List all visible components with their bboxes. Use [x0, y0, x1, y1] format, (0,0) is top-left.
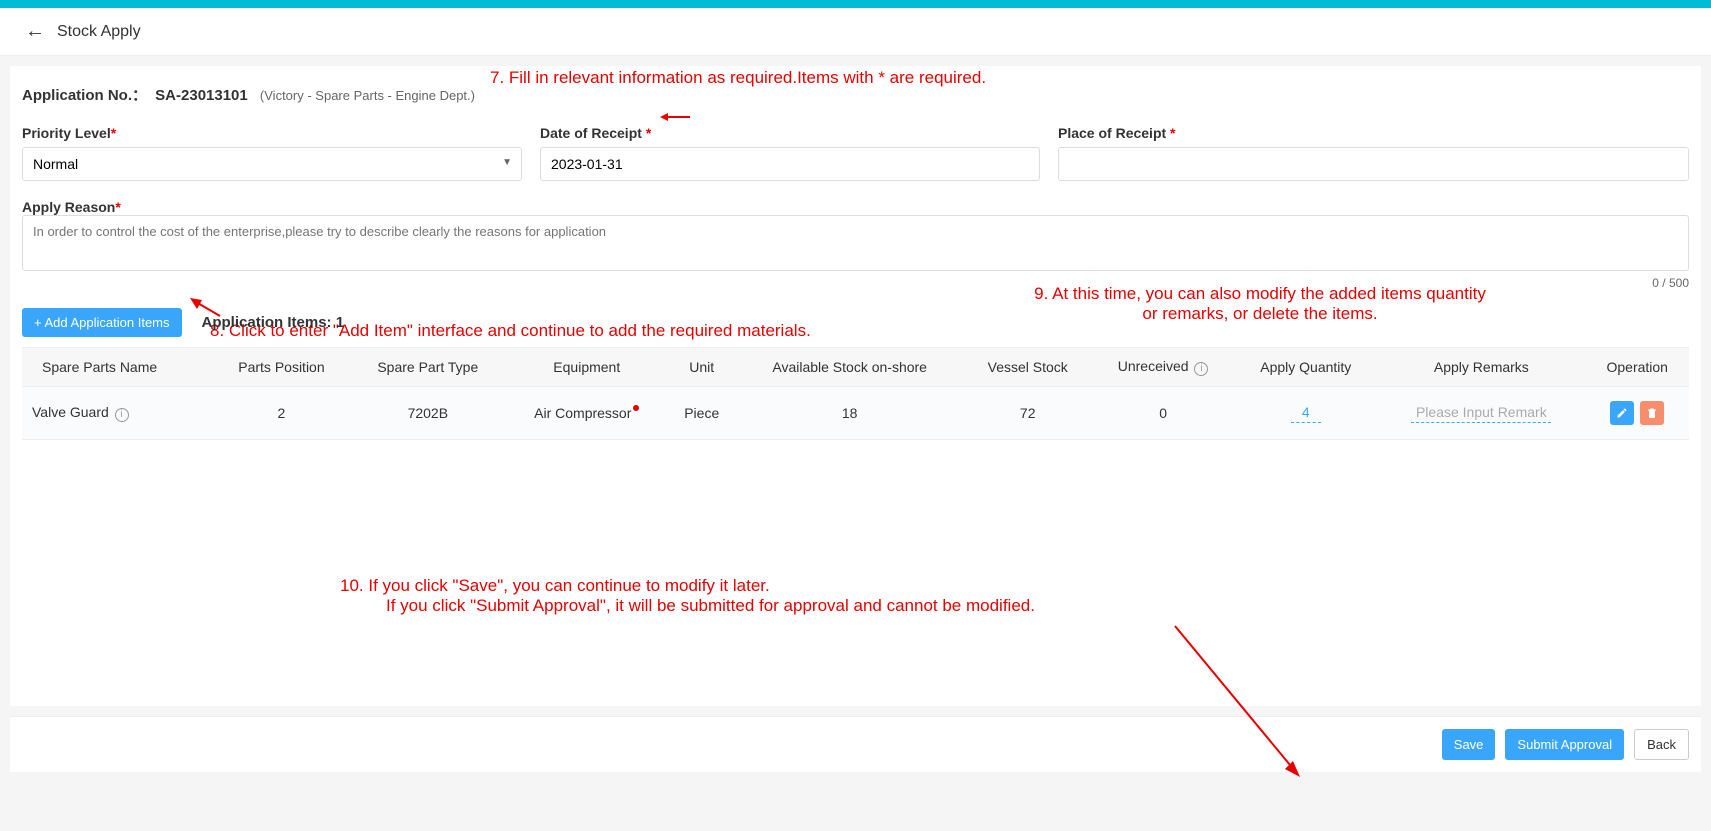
date-receipt-label: Date of Receipt *: [540, 125, 1040, 141]
cell-unreceived: 0: [1092, 387, 1234, 440]
apply-reason-textarea[interactable]: [22, 215, 1689, 271]
apply-qty-editable[interactable]: 4: [1291, 404, 1321, 423]
cell-avail-shore: 18: [736, 387, 964, 440]
th-apply-qty: Apply Quantity: [1234, 348, 1377, 387]
place-receipt-label: Place of Receipt *: [1058, 125, 1689, 141]
items-table: Spare Parts Name Parts Position Spare Pa…: [22, 347, 1689, 440]
page-header: ← Stock Apply: [0, 8, 1711, 56]
save-button[interactable]: Save: [1442, 729, 1496, 760]
items-toolbar: + Add Application Items Application Item…: [22, 308, 1689, 337]
application-no-label: Application No.：: [22, 87, 147, 104]
th-type: Spare Part Type: [350, 348, 506, 387]
priority-label: Priority Level*: [22, 125, 522, 141]
th-spare-name: Spare Parts Name: [22, 348, 213, 387]
footer-actions: Save Submit Approval Back: [10, 716, 1701, 772]
cell-apply-qty: 4: [1234, 387, 1377, 440]
cell-equipment: Air Compressor: [506, 387, 668, 440]
apply-remarks-editable[interactable]: Please Input Remark: [1411, 404, 1551, 423]
table-row: Valve Guard i 2 7202B Air Compressor Pie…: [22, 387, 1689, 440]
edit-row-button[interactable]: [1610, 401, 1634, 425]
pencil-icon: [1616, 407, 1628, 419]
cell-type: 7202B: [350, 387, 506, 440]
cell-spare-name: Valve Guard i: [22, 387, 213, 440]
application-context: (Victory - Spare Parts - Engine Dept.): [260, 88, 475, 103]
page-title: Stock Apply: [57, 23, 141, 41]
th-operation: Operation: [1585, 348, 1689, 387]
submit-approval-button[interactable]: Submit Approval: [1505, 729, 1624, 760]
delete-row-button[interactable]: [1640, 401, 1664, 425]
th-apply-remarks: Apply Remarks: [1377, 348, 1585, 387]
required-dot-icon: [633, 405, 639, 411]
date-receipt-field: Date of Receipt *: [540, 125, 1040, 181]
add-application-items-button[interactable]: + Add Application Items: [22, 308, 182, 337]
main-content: 7. Fill in relevant information as requi…: [10, 66, 1701, 706]
application-no-value: SA-23013101: [155, 87, 248, 104]
cell-vessel-stock: 72: [964, 387, 1092, 440]
priority-select[interactable]: Normal: [22, 147, 522, 181]
back-button[interactable]: Back: [1634, 729, 1689, 760]
place-receipt-field: Place of Receipt *: [1058, 125, 1689, 181]
info-icon: i: [1194, 362, 1208, 376]
cell-position: 2: [213, 387, 350, 440]
apply-reason-label: Apply Reason*: [22, 199, 121, 215]
application-items-count: Application Items: 1: [202, 314, 345, 331]
cell-operation: [1585, 387, 1689, 440]
annotation-step7: 7. Fill in relevant information as requi…: [490, 68, 986, 88]
priority-field: Priority Level* Normal: [22, 125, 522, 181]
info-icon[interactable]: i: [115, 408, 129, 422]
th-avail-shore: Available Stock on-shore: [736, 348, 964, 387]
annotation-arrow-7: [660, 111, 690, 123]
annotation-step10: 10. If you click "Save", you can continu…: [340, 576, 1035, 616]
top-accent-bar: [0, 0, 1711, 8]
back-arrow-icon[interactable]: ←: [25, 20, 45, 43]
table-header-row: Spare Parts Name Parts Position Spare Pa…: [22, 348, 1689, 387]
th-unreceived: Unreceived i: [1092, 348, 1234, 387]
date-receipt-input[interactable]: [540, 147, 1040, 181]
place-receipt-input[interactable]: [1058, 147, 1689, 181]
th-vessel-stock: Vessel Stock: [964, 348, 1092, 387]
cell-unit: Piece: [668, 387, 736, 440]
apply-reason-field: Apply Reason* 0 / 500: [22, 199, 1689, 290]
annotation-arrow-submit: [1170, 621, 1310, 781]
th-equipment: Equipment: [506, 348, 668, 387]
cell-apply-remarks: Please Input Remark: [1377, 387, 1585, 440]
th-position: Parts Position: [213, 348, 350, 387]
trash-icon: [1646, 407, 1658, 419]
form-row-1: Priority Level* Normal Date of Receipt *…: [22, 125, 1689, 181]
th-unit: Unit: [668, 348, 736, 387]
